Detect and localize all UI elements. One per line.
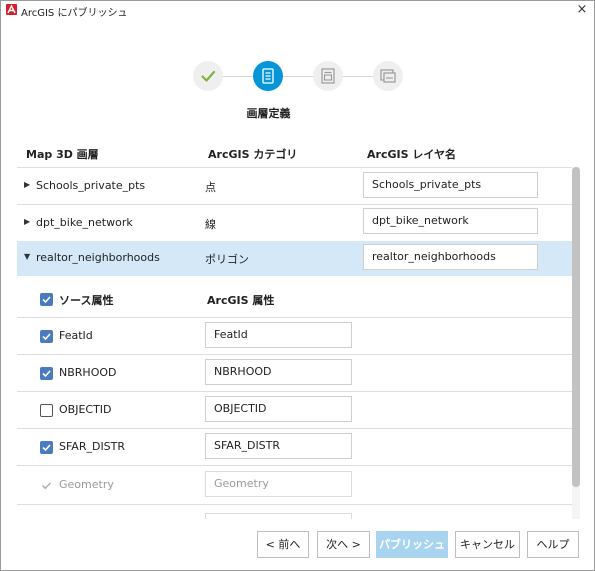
step-2-layer-definition-icon <box>253 61 283 91</box>
expand-arrow-icon[interactable]: ▶ <box>24 180 30 189</box>
attribute-row: NBRHOOD NBRHOOD <box>17 355 572 392</box>
window-title: ArcGIS にパブリッシュ <box>21 8 128 19</box>
step-3-properties-icon <box>313 61 343 91</box>
attribute-row-disabled: Geometry Geometry <box>17 467 572 504</box>
arcgis-attribute-input[interactable]: SFAR_DISTR <box>205 433 352 459</box>
autocad-logo-icon <box>6 4 17 15</box>
attribute-header-row: ソース属性 ArcGIS 属性 <box>17 281 572 318</box>
arcgis-layer-name-input[interactable]: dpt_bike_network <box>363 208 538 234</box>
column-header-layer-name: ArcGIS レイヤ名 <box>367 148 457 161</box>
row-divider <box>17 465 572 466</box>
attribute-checkbox-disabled <box>40 479 53 492</box>
source-attribute-header: ソース属性 <box>59 294 114 307</box>
attribute-checkbox[interactable] <box>40 367 53 380</box>
column-header-layer: Map 3D 画層 <box>26 148 99 161</box>
layer-category: ポリゴン <box>205 253 249 266</box>
arcgis-attribute-input-disabled: Geometry <box>205 471 352 497</box>
layer-name: Schools_private_pts <box>36 179 146 192</box>
step-connector <box>283 76 313 77</box>
step-4-publish-icon <box>373 61 403 91</box>
layer-category: 線 <box>205 218 216 231</box>
layer-row[interactable]: ▶ Schools_private_pts 点 Schools_private_… <box>17 168 572 205</box>
step-connector <box>223 76 253 77</box>
help-button[interactable]: ヘルプ <box>527 531 579 558</box>
attribute-checkbox[interactable] <box>40 330 53 343</box>
step-connector <box>343 76 373 77</box>
arcgis-attribute-input[interactable]: FeatId <box>205 322 352 348</box>
attribute-checkbox[interactable] <box>40 404 53 417</box>
select-all-checkbox[interactable] <box>40 293 53 306</box>
layer-name: realtor_neighborhoods <box>36 251 160 264</box>
partially-visible-input <box>205 513 352 519</box>
expand-arrow-icon[interactable]: ▶ <box>24 217 30 226</box>
collapse-arrow-icon[interactable]: ▼ <box>24 252 30 261</box>
back-button[interactable]: < 前へ <box>257 531 309 558</box>
layer-row[interactable]: ▶ dpt_bike_network 線 dpt_bike_network <box>17 205 572 242</box>
source-attribute-name: Geometry <box>59 478 114 491</box>
column-header-category: ArcGIS カテゴリ <box>208 148 298 161</box>
arcgis-layer-name-input[interactable]: Schools_private_pts <box>363 172 538 198</box>
source-attribute-name: NBRHOOD <box>59 366 117 379</box>
attribute-row: SFAR_DISTR SFAR_DISTR <box>17 429 572 466</box>
next-button[interactable]: 次へ > <box>317 531 370 558</box>
arcgis-layer-name-input[interactable]: realtor_neighborhoods <box>363 244 538 270</box>
attribute-checkbox[interactable] <box>40 441 53 454</box>
title-bar: ArcGIS にパブリッシュ × <box>1 1 594 20</box>
arcgis-attribute-header: ArcGIS 属性 <box>207 294 275 307</box>
step-1-checkmark-icon <box>193 61 223 91</box>
row-divider <box>17 504 572 505</box>
layer-name: dpt_bike_network <box>36 216 133 229</box>
arcgis-attribute-input[interactable]: OBJECTID <box>205 396 352 422</box>
close-button[interactable]: × <box>574 1 590 19</box>
source-attribute-name: FeatId <box>59 329 93 342</box>
arcgis-attribute-input[interactable]: NBRHOOD <box>205 359 352 385</box>
layer-category: 点 <box>205 181 216 194</box>
scrollbar-thumb[interactable] <box>572 167 580 487</box>
layer-row-selected[interactable]: ▼ realtor_neighborhoods ポリゴン realtor_nei… <box>17 241 572 276</box>
source-attribute-name: OBJECTID <box>59 403 112 416</box>
attribute-row: FeatId FeatId <box>17 318 572 355</box>
wizard-stepper <box>1 61 595 97</box>
cancel-button[interactable]: キャンセル <box>455 531 520 558</box>
publish-dialog: ArcGIS にパブリッシュ × 画層定義 Map 3D 画層 ArcGIS カ… <box>0 0 595 571</box>
attribute-row: OBJECTID OBJECTID <box>17 392 572 429</box>
current-step-label: 画層定義 <box>246 107 291 120</box>
source-attribute-name: SFAR_DISTR <box>59 440 126 453</box>
publish-button[interactable]: パブリッシュ <box>376 531 448 558</box>
